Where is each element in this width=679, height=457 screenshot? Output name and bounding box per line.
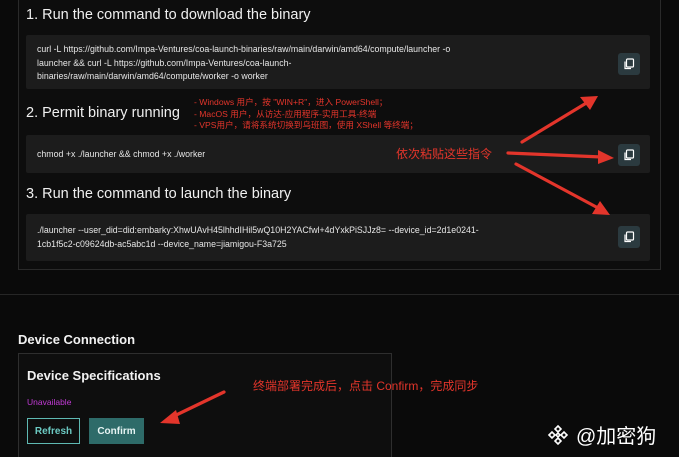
step-3-command-text[interactable]: ./launcher --user_did=did:embarky:XhwUAv… (37, 224, 479, 251)
copy-icon (624, 58, 635, 70)
paste-commands-hint: 依次粘贴这些指令 (396, 147, 493, 161)
step-2-copy-button[interactable] (618, 144, 640, 166)
step-2-command-box[interactable]: chmod +x ./launcher && chmod +x ./worker (26, 135, 650, 173)
copy-icon (624, 231, 635, 243)
watermark-text: @加密狗 (576, 426, 657, 448)
step-1-title: 1. Run the command to download the binar… (26, 7, 311, 23)
copy-icon (624, 149, 635, 161)
device-status-text: Unavailable (27, 397, 72, 407)
step-2-title: 2. Permit binary running (26, 105, 180, 121)
step-3-title: 3. Run the command to launch the binary (26, 186, 292, 202)
step-3-command-box[interactable]: ./launcher --user_did=did:embarky:XhwUAv… (26, 214, 650, 261)
watermark: @加密狗 (546, 420, 656, 449)
os-instructions-note: - Windows 用户，按 "WIN+R"，进入 PowerShell； - … (194, 97, 418, 130)
step-1-command-text[interactable]: curl -L https://github.com/Impa-Ventures… (37, 43, 450, 84)
confirm-hint: 终端部署完成后，点击 Confirm，完成同步 (253, 379, 479, 393)
binance-logo-icon (547, 424, 569, 445)
step-2-command-text[interactable]: chmod +x ./launcher && chmod +x ./worker (37, 148, 205, 162)
step-3-copy-button[interactable] (618, 226, 640, 248)
step-1-command-box[interactable]: curl -L https://github.com/Impa-Ventures… (26, 35, 650, 89)
device-specifications-card: Device Specifications Unavailable Refres… (18, 353, 392, 457)
section-divider (0, 294, 679, 295)
device-connection-heading: Device Connection (18, 332, 136, 347)
confirm-button[interactable]: Confirm (89, 418, 144, 444)
device-specifications-title: Device Specifications (27, 368, 161, 383)
step-1-copy-button[interactable] (618, 53, 640, 75)
refresh-button[interactable]: Refresh (27, 418, 80, 444)
